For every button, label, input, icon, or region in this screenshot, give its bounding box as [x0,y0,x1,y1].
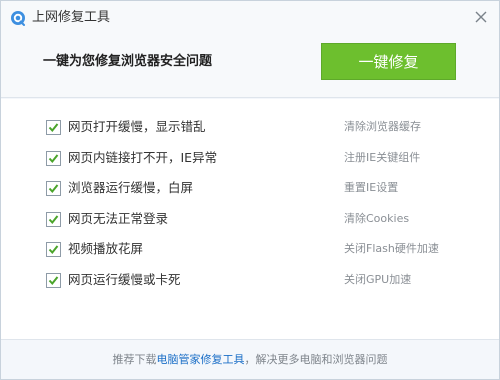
repair-tool-window: 上网修复工具 一键为您修复浏览器安全问题 一键修复 网页打开缓慢，显示错乱 清除… [0,0,500,380]
download-tool-link[interactable]: 电脑管家修复工具 [157,353,245,366]
checkmark-icon [48,245,59,255]
item-action-text: 清除浏览器缓存 [344,120,421,133]
list-item: 网页无法正常登录 清除Cookies [1,205,499,235]
item-checkbox[interactable] [46,242,61,257]
checkmark-icon [48,276,59,286]
item-action-text: 关闭GPU加速 [344,273,412,286]
qq-guard-logo-icon [11,11,25,26]
item-checkbox[interactable] [46,212,61,227]
item-action-text: 注册IE关键组件 [344,151,421,164]
list-item: 网页运行缓慢或卡死 关闭GPU加速 [1,266,499,296]
item-problem-label: 网页内链接打不开，IE异常 [68,150,218,165]
checkmark-icon [48,184,59,194]
item-action-text: 清除Cookies [344,212,410,225]
list-item: 网页打开缓慢，显示错乱 清除浏览器缓存 [1,113,499,143]
item-action-text: 重置IE设置 [344,181,399,194]
checkmark-icon [48,123,59,133]
item-checkbox[interactable] [46,181,61,196]
item-problem-label: 网页打开缓慢，显示错乱 [68,119,206,134]
item-checkbox[interactable] [46,151,61,166]
one-click-fix-button[interactable]: 一键修复 [321,43,456,80]
list-item: 视频播放花屏 关闭Flash硬件加速 [1,235,499,265]
checkmark-icon [48,215,59,225]
window-title: 上网修复工具 [32,10,111,25]
item-checkbox[interactable] [46,273,61,288]
checkmark-icon [48,154,59,164]
footer-recommendation: 推荐下载电脑管家修复工具，解决更多电脑和浏览器问题 [1,353,499,367]
title-bar: 上网修复工具 [1,1,499,35]
item-problem-label: 视频播放花屏 [68,241,144,256]
item-problem-label: 网页无法正常登录 [68,211,169,226]
footer-suffix: ，解决更多电脑和浏览器问题 [244,353,388,366]
problem-list: 网页打开缓慢，显示错乱 清除浏览器缓存 网页内链接打不开，IE异常 注册IE关键… [1,99,499,339]
list-item: 浏览器运行缓慢，白屏 重置IE设置 [1,174,499,204]
item-action-text: 关闭Flash硬件加速 [344,242,439,255]
list-item: 网页内链接打不开，IE异常 注册IE关键组件 [1,144,499,174]
header-panel: 一键为您修复浏览器安全问题 一键修复 [1,35,499,98]
item-checkbox[interactable] [46,120,61,135]
header-description: 一键为您修复浏览器安全问题 [43,54,213,69]
footer-prefix: 推荐下载 [112,353,157,366]
item-problem-label: 浏览器运行缓慢，白屏 [68,180,194,195]
item-problem-label: 网页运行缓慢或卡死 [68,272,181,287]
footer-bar: 推荐下载电脑管家修复工具，解决更多电脑和浏览器问题 [1,339,499,379]
close-icon[interactable] [473,9,489,25]
